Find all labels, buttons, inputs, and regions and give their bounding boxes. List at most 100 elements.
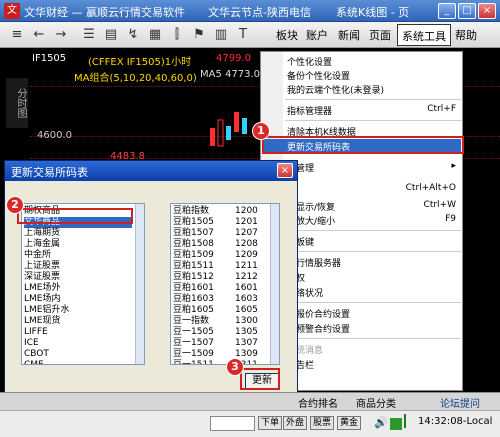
tab-product-class[interactable]: 商品分类 bbox=[356, 395, 396, 410]
gold-button[interactable]: 黄金 bbox=[337, 416, 362, 430]
exchange-list-item[interactable]: 深证股票 bbox=[24, 272, 60, 283]
price-now: 4799.0 bbox=[216, 53, 251, 64]
menu-item-indicator[interactable]: 指标管理器 bbox=[287, 104, 332, 117]
menu-page[interactable]: 页面 bbox=[369, 27, 391, 43]
exchange-list-item[interactable]: LME现货 bbox=[24, 316, 60, 327]
grid-icon[interactable]: ▦ bbox=[146, 26, 164, 44]
side-tab[interactable]: 分时图 bbox=[6, 78, 28, 128]
dialog-close-button[interactable]: × bbox=[277, 163, 293, 178]
contract-name[interactable]: 豆粕1511 bbox=[173, 261, 214, 272]
menu-item-personalize[interactable]: 个性化设置 bbox=[287, 55, 332, 68]
contract-name[interactable]: 豆一指数 bbox=[173, 316, 209, 327]
back-icon[interactable]: ← bbox=[30, 26, 48, 44]
forward-icon[interactable]: → bbox=[52, 26, 70, 44]
connection-icon bbox=[404, 414, 414, 428]
contract-name[interactable]: 豆粕1512 bbox=[173, 272, 214, 283]
exchange-list-item[interactable]: 上证股票 bbox=[24, 261, 60, 272]
contract-code: 1307 bbox=[235, 338, 258, 348]
contract-code: 1605 bbox=[235, 305, 258, 315]
list-icon[interactable]: ☰ bbox=[80, 26, 98, 44]
step-badge-3: 3 bbox=[226, 358, 244, 376]
contract-name[interactable]: 豆一1505 bbox=[173, 327, 214, 338]
text-icon[interactable]: T bbox=[234, 26, 252, 44]
exchange-list-item[interactable]: CBOT bbox=[24, 349, 49, 360]
shortcut: Ctrl+Alt+O bbox=[405, 183, 456, 193]
menu-separator bbox=[285, 120, 461, 121]
contract-code: 1201 bbox=[235, 217, 258, 227]
contract-code: 1200 bbox=[235, 206, 258, 216]
exchange-list-item[interactable]: LME铝升水 bbox=[24, 305, 69, 316]
contract-name[interactable]: 豆粕1603 bbox=[173, 294, 214, 305]
dialog-title: 更新交易所码表 bbox=[11, 166, 88, 179]
scrollbar[interactable] bbox=[270, 204, 279, 364]
contract-name[interactable]: 豆粕1508 bbox=[173, 239, 214, 250]
maximize-button[interactable]: □ bbox=[458, 3, 476, 19]
submenu-arrow-icon: ▸ bbox=[451, 161, 456, 171]
contract-name[interactable]: 豆一1511 bbox=[173, 360, 214, 364]
exchange-list-item[interactable]: ICE bbox=[24, 338, 39, 349]
clock-time: 14:32:08-Local bbox=[418, 416, 493, 427]
exchange-list-item[interactable]: CME bbox=[24, 360, 44, 364]
title-bar: 文 文华财经 — 嬴顺云行情交易软件 文华云节点-陕西电信 系统K线图 - 页 … bbox=[0, 0, 500, 22]
exchange-list-item[interactable]: 上海期货 bbox=[24, 228, 60, 239]
exchange-list[interactable]: 期权商品 文华商品 上海期货 上海金属 中金所 上证股票 深证股票 LME场外 LME场内 LME… bbox=[21, 203, 145, 365]
close-button[interactable]: × bbox=[478, 3, 496, 19]
highlight-box bbox=[17, 208, 133, 224]
menu-system-tools[interactable]: 系统工具 bbox=[397, 24, 451, 46]
exchange-list-item[interactable]: 中金所 bbox=[24, 250, 51, 261]
candles bbox=[210, 112, 247, 147]
signal-icon bbox=[390, 418, 402, 430]
menu-sector[interactable]: 板块 bbox=[276, 27, 298, 43]
contract-code: 1305 bbox=[235, 327, 258, 337]
contract-name[interactable]: 豆粕1507 bbox=[173, 228, 214, 239]
foreign-button[interactable]: 外盘 bbox=[283, 416, 308, 430]
tab-strip: 合约排名 商品分类 论坛提问 bbox=[0, 392, 500, 410]
shortcut: Ctrl+W bbox=[423, 200, 456, 210]
menu-account[interactable]: 账户 bbox=[306, 27, 328, 43]
chart-icon[interactable]: ▤ bbox=[102, 26, 120, 44]
command-input[interactable] bbox=[210, 416, 255, 431]
contract-name[interactable]: 豆一1507 bbox=[173, 338, 214, 349]
trend-icon[interactable]: ↯ bbox=[124, 26, 142, 44]
sound-icon[interactable]: 🔊 bbox=[374, 416, 388, 429]
tab-contract-rank[interactable]: 合约排名 bbox=[298, 395, 338, 410]
candle bbox=[234, 112, 239, 132]
contract-name[interactable]: 豆粕1605 bbox=[173, 305, 214, 316]
candle bbox=[217, 119, 224, 147]
contract-code: 1603 bbox=[235, 294, 258, 304]
contract-name[interactable]: 豆粕1509 bbox=[173, 250, 214, 261]
stock-button[interactable]: 股票 bbox=[310, 416, 335, 430]
candle bbox=[210, 128, 215, 146]
price-tick: 4600.0 bbox=[37, 130, 72, 141]
exchange-list-item[interactable]: LIFFE bbox=[24, 327, 48, 338]
shortcut: Ctrl+F bbox=[427, 104, 456, 114]
exchange-list-item[interactable]: LME场外 bbox=[24, 283, 60, 294]
contract-code: 1211 bbox=[235, 261, 258, 271]
flag-icon[interactable]: ⚑ bbox=[190, 26, 208, 44]
bar-chart-icon[interactable]: ▥ bbox=[212, 26, 230, 44]
contract-name[interactable]: 豆一1509 bbox=[173, 349, 214, 360]
menu-item-cloud[interactable]: 我的云端个性化(未登录) bbox=[287, 83, 384, 96]
contract-code: 1601 bbox=[235, 283, 258, 293]
exchange-list-item[interactable]: 上海金属 bbox=[24, 239, 60, 250]
minimize-button[interactable]: _ bbox=[438, 3, 456, 19]
order-button[interactable]: 下单 bbox=[258, 416, 283, 430]
ma-label: MA组合(5,10,20,40,60,0) bbox=[74, 73, 197, 84]
contract-name[interactable]: 豆粕1601 bbox=[173, 283, 214, 294]
menu-separator bbox=[285, 338, 461, 339]
contract-list[interactable]: 豆粕指数 1200 豆粕1505 1201 豆粕1507 1207 豆粕1508 1208 豆粕… bbox=[170, 203, 280, 365]
contract-code: 1207 bbox=[235, 228, 258, 238]
highlight-box bbox=[262, 136, 464, 154]
forum-link[interactable]: 论坛提问 bbox=[440, 395, 480, 410]
contract-code: 1208 bbox=[235, 239, 258, 249]
exchange-list-item[interactable]: LME场内 bbox=[24, 294, 60, 305]
menu-help[interactable]: 帮助 bbox=[455, 27, 477, 43]
menu-news[interactable]: 新闻 bbox=[338, 27, 360, 43]
scrollbar[interactable] bbox=[135, 204, 144, 364]
menu-icon[interactable]: ≡ bbox=[8, 26, 26, 44]
dialog-title-bar: 更新交易所码表 × bbox=[5, 161, 297, 181]
contract-name[interactable]: 豆粕1505 bbox=[173, 217, 214, 228]
menu-item-backup[interactable]: 备份个性化设置 bbox=[287, 69, 350, 82]
candle-icon[interactable]: ⫿ bbox=[168, 26, 186, 44]
contract-name[interactable]: 豆粕指数 bbox=[173, 206, 209, 217]
